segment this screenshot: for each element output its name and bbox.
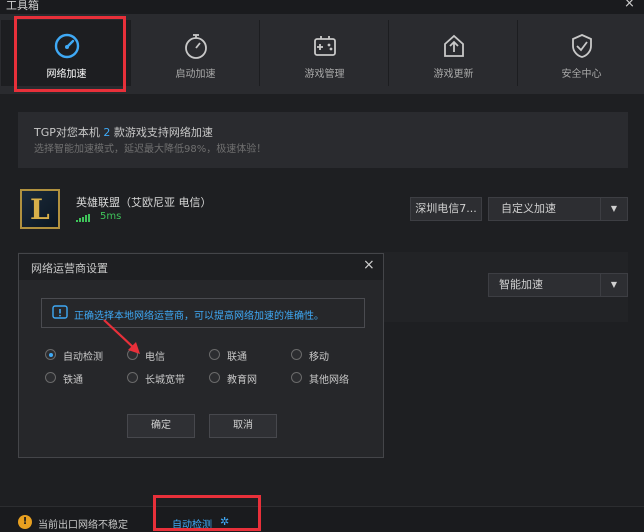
highlight-box (14, 16, 126, 92)
radio-circle (45, 349, 56, 360)
tab-startup-boost[interactable]: 启动加速 (130, 20, 260, 86)
radio-label: 其他网络 (309, 375, 349, 386)
isp-notice: 正确选择本地网络运营商，可以提高网络加速的准确性。 (41, 298, 365, 328)
radio-label: 联通 (227, 352, 247, 363)
dialog-title: 网络运营商设置 (31, 262, 108, 275)
boost-mode-value: 自定义加速 (501, 202, 556, 215)
tab-label: 游戏更新 (433, 69, 474, 80)
radio-circle (209, 349, 220, 360)
smart-boost-select[interactable]: 智能加速 ▼ (488, 273, 628, 297)
cancel-button[interactable]: 取消 (209, 414, 277, 438)
tab-game-manage[interactable]: 游戏管理 (259, 20, 389, 86)
shield-check-icon (571, 34, 592, 58)
tab-security-center[interactable]: 安全中心 (517, 20, 644, 86)
signal-icon (76, 214, 90, 222)
network-status: 当前出口网络不稳定 (38, 520, 128, 531)
ping-value: 5ms (100, 211, 122, 222)
radio-circle (291, 372, 302, 383)
radio-label: 移动 (309, 352, 329, 363)
radio-circle (291, 349, 302, 360)
stopwatch-icon (184, 34, 207, 59)
support-suffix: 款游戏支持网络加速 (113, 126, 213, 139)
radio-label: 自动检测 (63, 352, 103, 363)
upload-icon (443, 34, 464, 57)
warning-icon: ! (18, 515, 32, 529)
radio-label: 铁通 (63, 375, 83, 386)
isp-settings-dialog: 网络运营商设置 × 正确选择本地网络运营商，可以提高网络加速的准确性。 自动检测… (18, 253, 384, 458)
notice-icon (52, 305, 68, 319)
window-close-icon[interactable]: × (624, 0, 635, 11)
dialog-close-icon[interactable]: × (363, 257, 375, 273)
radio-circle (45, 372, 56, 383)
chevron-down-icon: ▼ (600, 198, 627, 220)
gamepad-icon (313, 36, 336, 56)
red-arrow-annotation (103, 319, 140, 354)
game-name: 英雄联盟（艾欧尼亚 电信） (76, 196, 212, 209)
dialog-title-bar: 网络运营商设置 × (19, 254, 383, 280)
radio-circle (127, 372, 138, 383)
tab-label: 启动加速 (175, 69, 216, 80)
lol-game-icon: L (20, 189, 60, 229)
radio-label: 教育网 (227, 375, 257, 386)
chevron-down-icon: ▼ (600, 274, 627, 296)
info-panel: TGP对您本机 2 款游戏支持网络加速 选择智能加速模式，延迟最大降低98%，极… (18, 112, 628, 168)
window-title: 工具箱 (6, 0, 39, 12)
support-count: 2 (103, 126, 111, 139)
tab-label: 游戏管理 (304, 69, 345, 80)
support-info: TGP对您本机 2 款游戏支持网络加速 (34, 124, 213, 140)
radio-label: 长城宽带 (145, 375, 185, 386)
ok-button[interactable]: 确定 (127, 414, 195, 438)
tab-game-update[interactable]: 游戏更新 (388, 20, 518, 86)
radio-circle (209, 372, 220, 383)
status-bar: ! 当前出口网络不稳定 自动检测 ✲ (0, 506, 644, 532)
tab-label: 安全中心 (561, 69, 602, 80)
server-select-button[interactable]: 深圳电信7... (410, 197, 482, 221)
server-label: 深圳电信7... (415, 202, 477, 215)
tip-text: 选择智能加速模式，延迟最大降低98%，极速体验！ (34, 144, 267, 155)
boost-mode-select[interactable]: 自定义加速 ▼ (488, 197, 628, 221)
highlight-box (153, 495, 261, 531)
title-bar: 工具箱 × (0, 0, 644, 14)
smart-boost-value: 智能加速 (499, 278, 543, 291)
support-prefix: TGP对您本机 (34, 126, 100, 139)
